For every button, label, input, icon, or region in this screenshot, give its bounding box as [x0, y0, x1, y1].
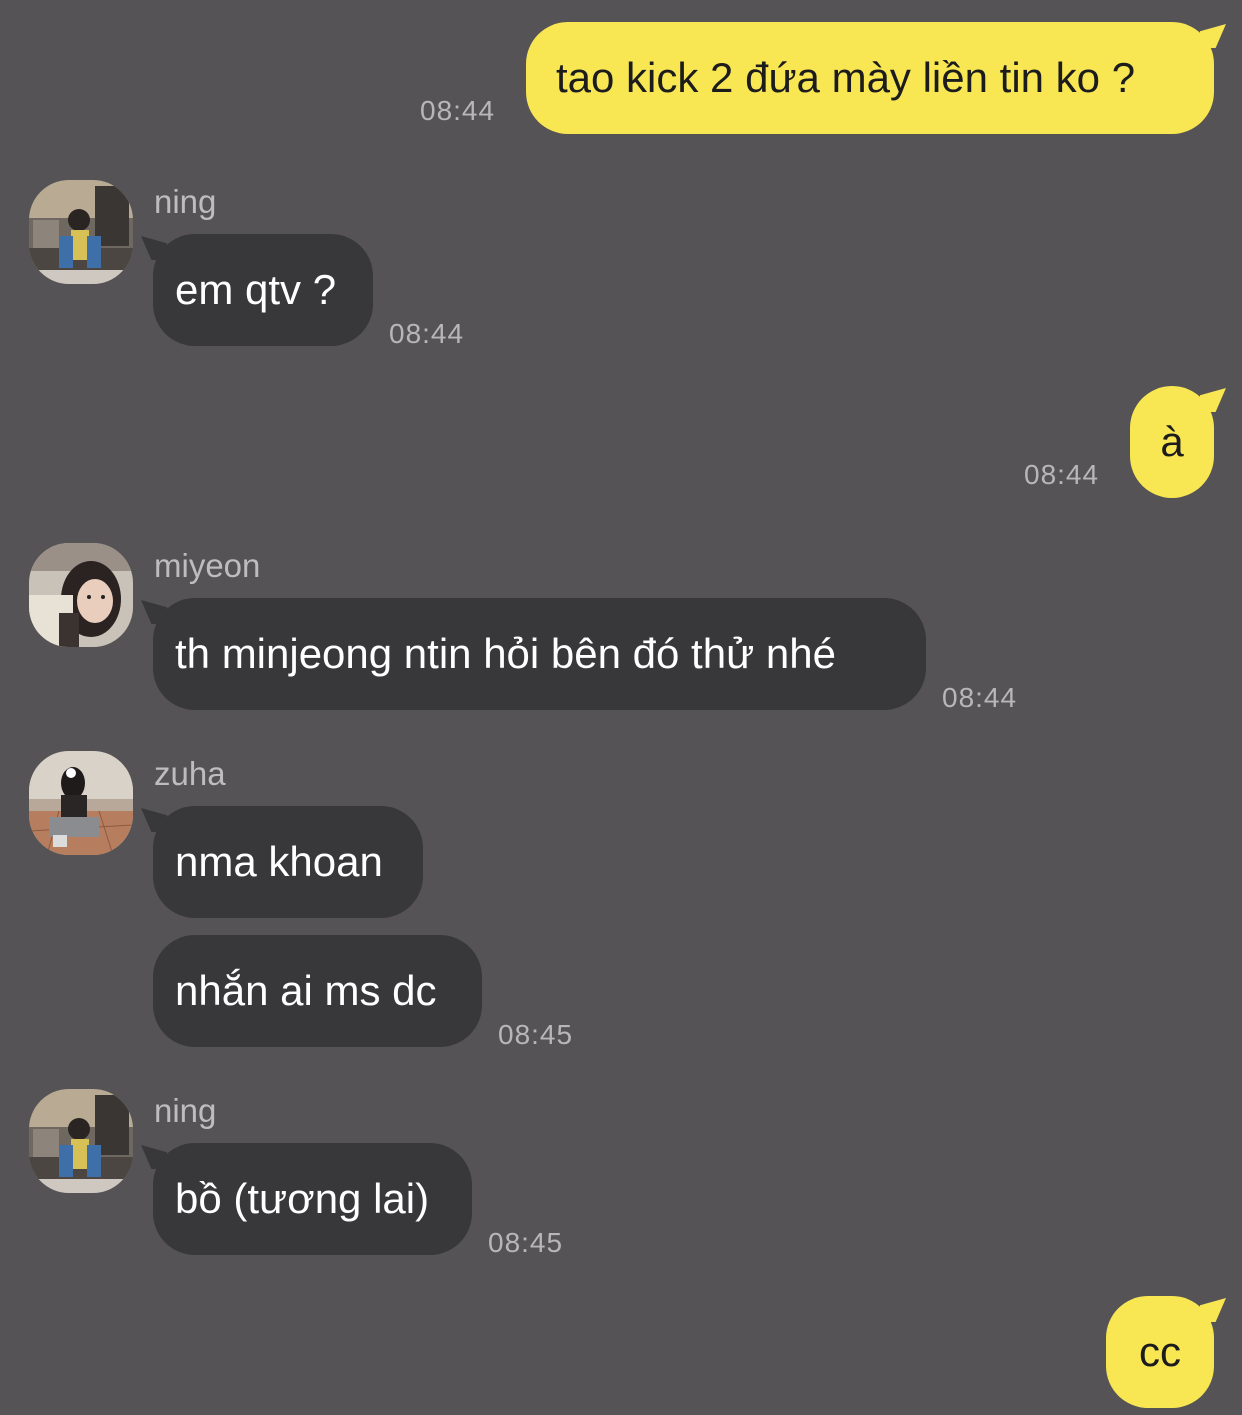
message-timestamp: 08:44	[942, 682, 1018, 713]
sender-name: ning	[154, 1092, 217, 1129]
message-text: bồ (tương lai)	[175, 1175, 430, 1222]
outgoing-message-bubble[interactable]: à	[1130, 386, 1226, 498]
incoming-message-bubble[interactable]: nma khoan	[141, 806, 423, 918]
outgoing-message-bubble[interactable]: cc	[1106, 1296, 1226, 1408]
chat-message-list[interactable]: tao kick 2 đứa mày liền tin ko ? 08:44 n…	[0, 0, 1242, 1415]
incoming-message-bubble[interactable]: bồ (tương lai)	[141, 1143, 472, 1255]
message-text: à	[1160, 418, 1184, 465]
avatar-ning[interactable]	[29, 180, 133, 284]
sender-name: ning	[154, 183, 217, 220]
message-timestamp: 08:44	[420, 95, 496, 126]
incoming-message-bubble[interactable]: nhắn ai ms dc	[153, 935, 482, 1047]
message-text: nhắn ai ms dc	[175, 967, 437, 1014]
bubble-tail	[1200, 1298, 1226, 1322]
message-timestamp: 08:45	[498, 1019, 574, 1050]
message-text: th minjeong ntin hỏi bên đó thử nhé	[175, 630, 836, 677]
bubble-tail	[1200, 388, 1226, 412]
avatar-ning[interactable]	[29, 1089, 133, 1193]
incoming-message-bubble[interactable]: em qtv ?	[141, 234, 373, 346]
incoming-message-bubble[interactable]: th minjeong ntin hỏi bên đó thử nhé	[141, 598, 926, 710]
message-timestamp: 08:44	[389, 318, 465, 349]
avatar-image	[29, 751, 133, 855]
bubble-tail	[141, 236, 167, 260]
avatar-image	[29, 1089, 133, 1193]
outgoing-message-bubble[interactable]: tao kick 2 đứa mày liền tin ko ?	[526, 22, 1226, 134]
avatar-zuha[interactable]	[29, 751, 133, 855]
message-text: cc	[1139, 1328, 1181, 1375]
bubble-tail	[141, 1145, 167, 1169]
sender-name: zuha	[154, 755, 226, 792]
message-text: nma khoan	[175, 838, 383, 885]
avatar-miyeon[interactable]	[29, 543, 133, 647]
sender-name: miyeon	[154, 547, 261, 584]
avatar-image	[29, 180, 133, 284]
bubble-tail	[141, 808, 167, 832]
bubble-tail	[1200, 24, 1226, 48]
message-text: tao kick 2 đứa mày liền tin ko ?	[556, 54, 1136, 101]
message-timestamp: 08:44	[1024, 459, 1100, 490]
bubble-tail	[141, 600, 167, 624]
avatar-image	[29, 543, 133, 647]
message-text: em qtv ?	[175, 266, 337, 313]
message-timestamp: 08:45	[488, 1227, 564, 1258]
